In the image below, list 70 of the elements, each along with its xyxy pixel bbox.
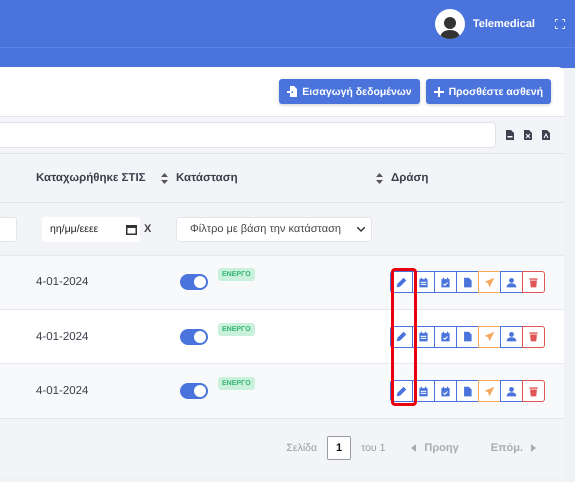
csv-file-icon[interactable] (506, 130, 514, 140)
user-icon (506, 331, 517, 342)
status-toggle[interactable] (180, 274, 208, 290)
delete-button[interactable] (522, 380, 545, 402)
pencil-icon (396, 386, 407, 397)
action-button[interactable] (434, 271, 457, 294)
calendar-icon (418, 331, 429, 342)
avatar[interactable] (434, 8, 465, 38)
action-button[interactable] (500, 326, 523, 348)
pencil-icon (396, 331, 407, 342)
action-button[interactable] (478, 380, 501, 402)
caret-left-icon (411, 444, 416, 452)
filter-field[interactable] (0, 216, 17, 242)
user-icon (506, 276, 517, 288)
column-header: Καταχωρήθηκε ΣΤΙΣ (36, 172, 146, 184)
status-filter-select[interactable]: Φίλτρο με βάση την κατάσταση (176, 216, 372, 242)
add-patient-button[interactable]: Προσθέστε ασθενή (426, 79, 551, 104)
action-button[interactable] (478, 326, 501, 348)
action-button[interactable] (434, 380, 457, 402)
trash-icon (528, 276, 539, 288)
action-button[interactable] (456, 271, 479, 294)
chevron-down-icon (357, 226, 365, 232)
calendar-icon (126, 224, 137, 235)
import-data-button[interactable]: Εισαγωγή δεδομένων (279, 79, 420, 104)
clear-date-button[interactable]: X (144, 223, 152, 236)
action-button[interactable] (478, 271, 501, 294)
date-cell: 4-01-2024 (36, 330, 88, 343)
action-button[interactable] (500, 380, 523, 402)
column-header: Δράση (391, 172, 428, 184)
page-number-field[interactable]: 1 (327, 436, 352, 460)
calendar-check-icon (440, 276, 451, 288)
action-button[interactable] (500, 271, 523, 294)
action-button[interactable] (456, 326, 479, 348)
action-button[interactable] (456, 380, 479, 402)
pencil-icon (396, 276, 407, 288)
person-silhouette-icon (440, 14, 460, 38)
date-cell: 4-01-2024 (36, 385, 88, 398)
user-name: Telemedical (472, 18, 535, 30)
fullscreen-icon[interactable] (555, 18, 565, 28)
document-icon (462, 276, 473, 288)
calendar-icon (418, 276, 429, 288)
trash-icon (528, 386, 539, 397)
file-import-icon (287, 86, 298, 98)
page-label: Σελίδα (286, 442, 318, 454)
status-toggle[interactable] (180, 328, 208, 345)
paper-plane-icon (484, 276, 495, 288)
pdf-file-icon[interactable] (542, 130, 550, 140)
document-icon (462, 331, 473, 342)
sort-icon[interactable] (161, 172, 168, 184)
calendar-check-icon (440, 386, 451, 397)
trash-icon (528, 331, 539, 342)
caret-right-icon (531, 444, 536, 452)
calendar-icon (418, 386, 429, 397)
action-button[interactable] (434, 326, 457, 348)
plus-icon (434, 86, 444, 97)
column-header: Κατάσταση (176, 172, 238, 184)
user-icon (506, 386, 517, 397)
delete-button[interactable] (522, 271, 545, 294)
delete-button[interactable] (522, 326, 545, 348)
paper-plane-icon (484, 386, 495, 397)
calendar-check-icon (440, 331, 451, 342)
status-toggle[interactable] (180, 383, 208, 400)
date-cell: 4-01-2024 (36, 276, 88, 288)
paper-plane-icon (484, 331, 495, 342)
document-icon (462, 386, 473, 397)
search-field[interactable] (0, 122, 496, 148)
page-count: του 1 (361, 442, 386, 454)
sort-icon[interactable] (376, 172, 383, 184)
excel-file-icon[interactable] (524, 130, 532, 140)
date-filter-field[interactable]: ηη/μμ/εεεε (42, 216, 140, 242)
